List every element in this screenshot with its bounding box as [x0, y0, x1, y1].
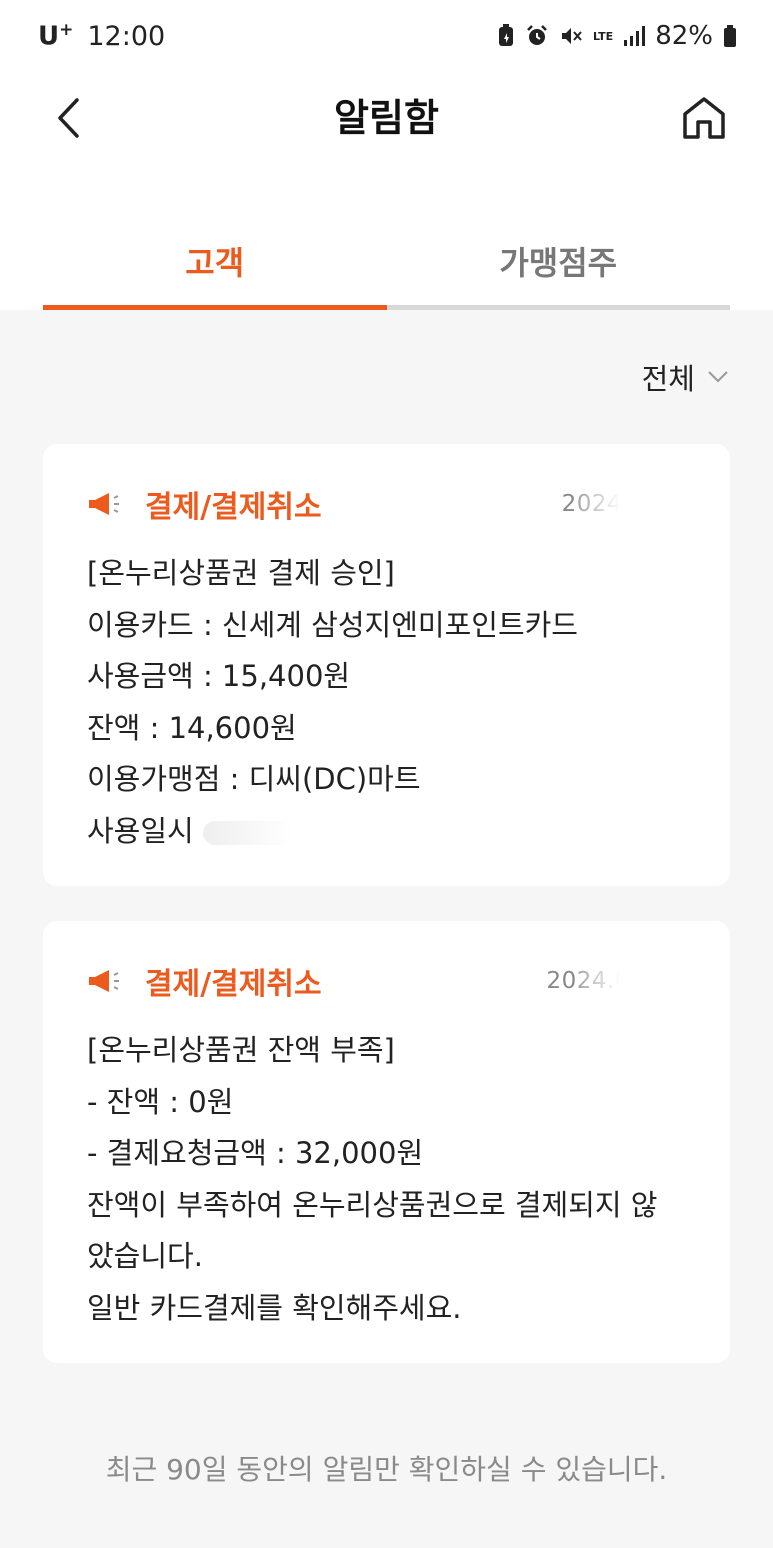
- notification-card[interactable]: 결제/결제취소 2024. [온누리상품권 결제 승인] 이용카드 : 신세계 …: [43, 444, 730, 886]
- body-line: 잔액이 부족하여 온누리상품권으로 결제되지 않: [87, 1187, 658, 1222]
- tab-bar: 고객 가맹점주: [43, 228, 730, 310]
- notification-card[interactable]: 결제/결제취소 2024.0 [온누리상품권 잔액 부족] - 잔액 : 0원 …: [43, 921, 730, 1363]
- redacted-mask: [202, 820, 293, 845]
- top-panel: U+ 12:00 LTE 82% 알림함 고객 가맹점주: [0, 0, 773, 310]
- body-line: 이용카드 : 신세계 삼성지엔미포인트카드: [87, 607, 578, 642]
- filter-label: 전체: [641, 362, 695, 396]
- alarm-icon: [525, 24, 549, 48]
- mute-icon: [559, 24, 583, 48]
- date-mask: [576, 941, 686, 1011]
- carrier-label: U+: [38, 20, 74, 52]
- signal-icon: [623, 25, 646, 47]
- megaphone-icon: [87, 489, 123, 519]
- body-line: 잔액 : 14,600원: [87, 710, 297, 745]
- megaphone-icon: [87, 966, 123, 996]
- page-title: 알림함: [334, 96, 439, 140]
- date-mask: [576, 464, 686, 534]
- body-line: 이용가맹점 : 디씨(DC)마트: [87, 762, 421, 796]
- notification-category: 결제/결제취소: [145, 967, 322, 1002]
- body-line: 사용금액 : 15,400원: [87, 659, 351, 693]
- tab-customer[interactable]: 고객: [43, 228, 387, 310]
- app-header: 알림함: [0, 72, 773, 164]
- body-line: [온누리상품권 결제 승인]: [87, 556, 395, 590]
- body-line: - 결제요청금액 : 32,000원: [87, 1136, 424, 1170]
- tab-merchant[interactable]: 가맹점주: [386, 228, 730, 310]
- notification-body: [온누리상품권 결제 승인] 이용카드 : 신세계 삼성지엔미포인트카드 사용금…: [87, 548, 686, 857]
- status-bar: U+ 12:00 LTE 82%: [0, 0, 773, 72]
- status-time: 12:00: [87, 20, 166, 52]
- notification-category: 결제/결제취소: [145, 490, 322, 525]
- home-icon: [683, 97, 725, 139]
- battery-percent: 82%: [655, 21, 713, 51]
- retention-notice: 최근 90일 동안의 알림만 확인하실 수 있습니다.: [105, 1453, 668, 1486]
- lte-icon: LTE: [592, 29, 614, 43]
- body-line: [온누리상품권 잔액 부족]: [87, 1033, 395, 1067]
- filter-dropdown[interactable]: 전체: [642, 356, 729, 398]
- body-line: 았습니다.: [87, 1239, 203, 1273]
- battery-icon: [723, 24, 737, 48]
- body-line-usage-time: 사용일시: [87, 806, 686, 858]
- home-button[interactable]: [678, 92, 730, 144]
- body-line: - 잔액 : 0원: [87, 1084, 234, 1119]
- chevron-down-icon: [708, 371, 728, 383]
- notification-body: [온누리상품권 잔액 부족] - 잔액 : 0원 - 결제요청금액 : 32,0…: [87, 1025, 686, 1334]
- battery-saver-icon: [497, 24, 515, 48]
- body-line: 일반 카드결제를 확인해주세요.: [87, 1290, 462, 1325]
